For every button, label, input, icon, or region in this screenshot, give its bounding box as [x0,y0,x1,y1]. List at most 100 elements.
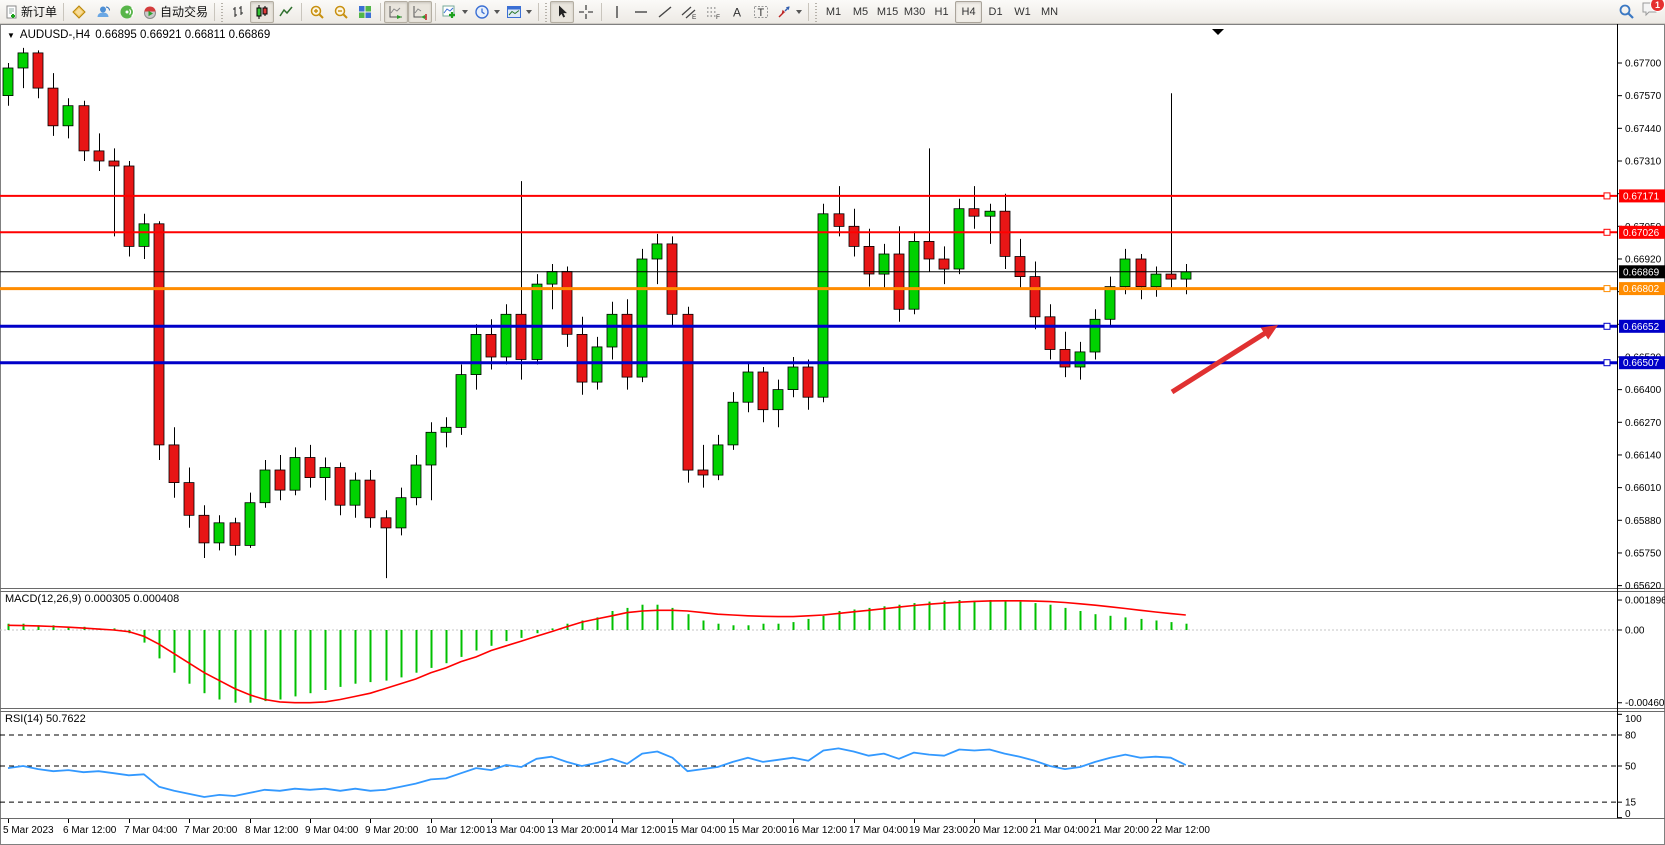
templates-button[interactable] [503,1,535,23]
price-tick-label: 0.66010 [1625,483,1662,494]
candle-bull [501,314,511,357]
candle-bear [33,53,43,88]
crosshair-button[interactable] [574,1,598,23]
candle-bear [834,214,844,227]
toolbar-drag-handle[interactable] [220,2,224,22]
auto-scroll-button[interactable] [384,1,408,23]
timeframe-button-W1[interactable]: W1 [1009,1,1036,23]
time-label: 21 Mar 04:00 [1030,825,1089,836]
candle-bear [683,314,693,470]
candle-bear [305,458,315,478]
chart-title: ▼ AUDUSD-,H4 0.66895 0.66921 0.66811 0.6… [7,29,270,41]
new-order-icon [5,5,19,19]
timeframe-button-M5[interactable]: M5 [847,1,874,23]
toolbar-drag-handle[interactable] [544,2,548,22]
fibonacci-button[interactable]: F [701,1,725,23]
text-icon: A [729,4,745,20]
candle-bull [471,334,481,374]
market-icon [71,4,87,20]
clock-icon [474,4,490,20]
cursor-button[interactable] [550,1,574,23]
vertical-line-icon [609,4,625,20]
price-label-box-text: 0.66869 [1623,267,1660,278]
candle-bear [365,480,375,518]
trendline-button[interactable] [653,1,677,23]
candle-bear [516,314,526,359]
bar-chart-button[interactable] [226,1,250,23]
candle-bull [743,372,753,402]
equidistant-channel-button[interactable]: E [677,1,701,23]
community-button[interactable] [91,1,115,23]
indicators-button[interactable] [439,1,471,23]
timeframe-button-H1[interactable]: H1 [928,1,955,23]
chevron-down-icon [526,10,532,14]
line-endpoint-handle[interactable] [1604,360,1610,366]
periods-button[interactable] [471,1,503,23]
time-label: 10 Mar 12:00 [426,825,485,836]
tile-windows-button[interactable] [353,1,377,23]
timeframe-button-M30[interactable]: M30 [901,1,928,23]
candlestick-chart-button[interactable] [250,1,274,23]
chart-canvas[interactable]: 0.677000.675700.674400.673100.671800.670… [0,0,1665,845]
market-button[interactable] [67,1,91,23]
notifications-button[interactable]: 1 [1641,1,1659,22]
candle-bear [335,468,345,506]
candle-bull [713,445,723,475]
notification-badge: 1 [1650,0,1665,12]
timeframe-button-H4[interactable]: H4 [955,1,982,23]
candle-bear [924,241,934,259]
price-tick-label: 0.65620 [1625,581,1662,592]
candle-bull [728,402,738,445]
trendline-icon [657,4,673,20]
candlestick-chart-icon [254,4,270,20]
candle-bear [486,334,496,357]
price-tick-label: 0.65880 [1625,516,1662,527]
candle-bull [592,347,602,382]
timeframe-button-M15[interactable]: M15 [874,1,901,23]
chart-shift-icon [412,4,428,20]
arrows-shapes-button[interactable] [773,1,805,23]
time-label: 15 Mar 20:00 [728,825,787,836]
candle-bear [667,244,677,314]
candle-bull [909,241,919,309]
search-icon[interactable] [1618,3,1635,20]
timeframe-button-MN[interactable]: MN [1036,1,1063,23]
candle-bear [109,161,119,166]
separator [538,3,539,21]
signals-button[interactable] [115,1,139,23]
chart-shift-button[interactable] [408,1,432,23]
separator [214,3,215,21]
text-button[interactable]: A [725,1,749,23]
toolbar-drag-handle[interactable] [814,2,818,22]
separator [301,3,302,21]
line-endpoint-handle[interactable] [1604,286,1610,292]
collapse-triangle-icon[interactable]: ▼ [7,31,15,40]
line-endpoint-handle[interactable] [1604,229,1610,235]
timeframe-button-D1[interactable]: D1 [982,1,1009,23]
tile-windows-icon [357,4,373,20]
line-endpoint-handle[interactable] [1604,193,1610,199]
timeframe-button-M1[interactable]: M1 [820,1,847,23]
price-tick-label: 0.65750 [1625,548,1662,559]
chevron-down-icon [796,10,802,14]
toolbar: 新订单 自动交易 [0,0,1665,24]
line-chart-button[interactable] [274,1,298,23]
zoom-out-button[interactable] [329,1,353,23]
time-label: 21 Mar 20:00 [1090,825,1149,836]
text-label-button[interactable]: T [749,1,773,23]
candle-bear [1000,211,1010,256]
candle-bear [1060,349,1070,367]
line-endpoint-handle[interactable] [1604,323,1610,329]
new-order-button[interactable]: 新订单 [2,1,60,23]
candle-bull [1151,274,1161,287]
candle-bear [79,106,89,151]
toolbar-right-icons: 1 [1618,1,1659,22]
chart-background[interactable] [0,24,1665,845]
candle-bull [18,53,28,68]
horizontal-line-button[interactable] [629,1,653,23]
vertical-line-button[interactable] [605,1,629,23]
candle-bear [1030,277,1040,317]
autotrade-button[interactable]: 自动交易 [139,1,211,23]
crosshair-icon [578,4,594,20]
zoom-in-button[interactable] [305,1,329,23]
